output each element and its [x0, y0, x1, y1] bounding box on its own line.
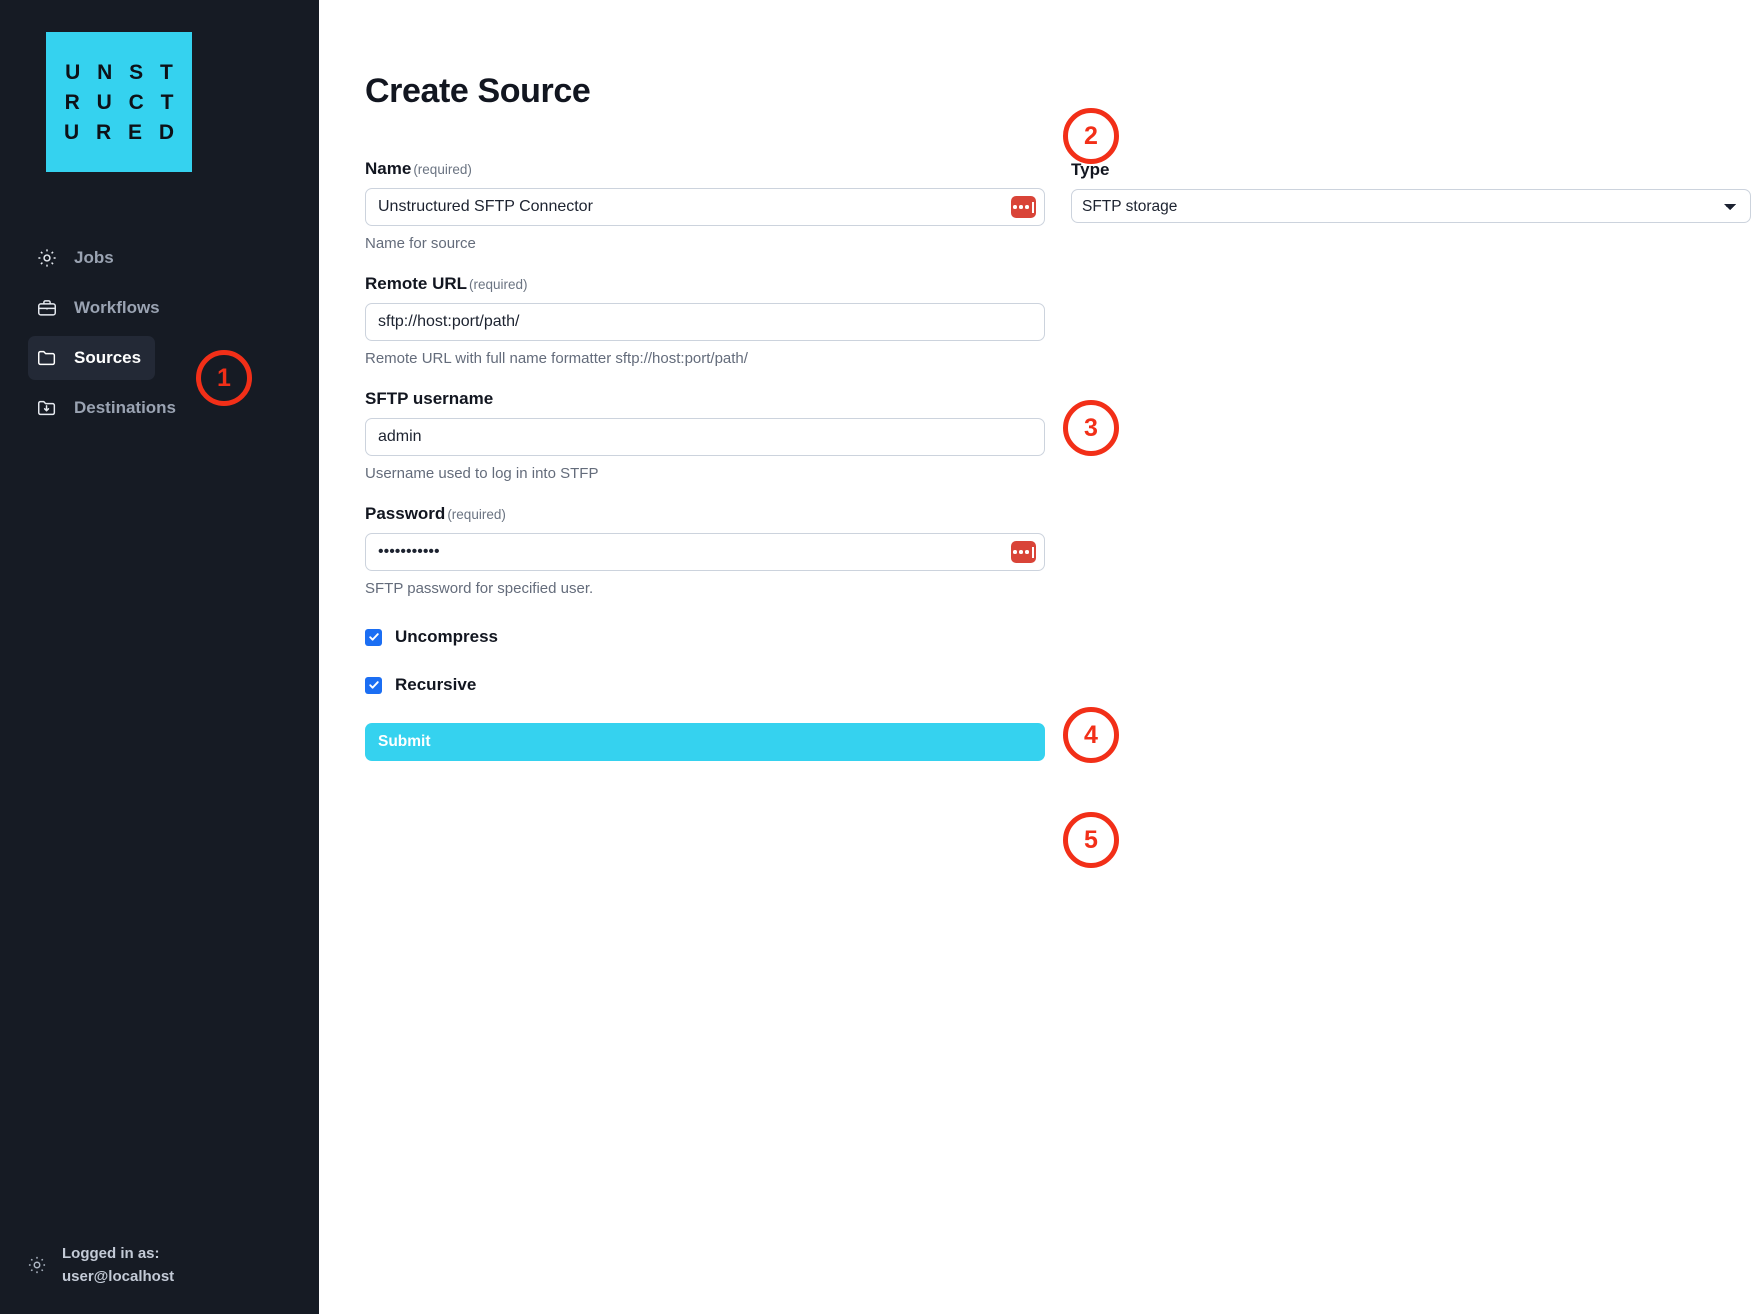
annotation-marker-1: 1 — [196, 350, 252, 406]
password-manager-icon[interactable] — [1011, 541, 1036, 563]
annotation-marker-3: 3 — [1063, 400, 1119, 456]
folder-icon — [36, 347, 58, 369]
form-column-right: Type SFTP storage — [1071, 159, 1751, 761]
remote-url-input-wrap — [365, 303, 1045, 341]
logo-line-2: R U C T — [64, 90, 179, 114]
page-title: Create Source — [365, 72, 591, 110]
remote-url-label: Remote URL (required) — [365, 274, 1045, 294]
sidebar-item-label: Workflows — [74, 298, 160, 317]
field-name: Name(required) Name for source — [365, 159, 1045, 252]
type-select[interactable]: SFTP storage — [1071, 189, 1751, 223]
remote-url-label-text: Remote URL — [365, 274, 468, 293]
logged-in-info: Logged in as: user@localhost — [62, 1242, 174, 1289]
check-icon — [365, 628, 382, 646]
app-root: U N S T R U C T U R E D Jobs Workflows S… — [0, 0, 1763, 1314]
sidebar-item-label: Jobs — [74, 248, 114, 267]
checkbox-row-recursive[interactable]: Recursive — [365, 675, 476, 695]
password-required-hint: (required) — [447, 507, 506, 522]
form-columns: Name(required) Name for source Remote UR… — [365, 159, 1763, 761]
annotation-marker-4: 4 — [1063, 707, 1119, 763]
sftp-username-input[interactable] — [365, 418, 1045, 456]
sidebar-item-sources[interactable]: Sources — [28, 336, 156, 380]
sftp-username-label-text: SFTP username — [365, 389, 494, 408]
password-label-text: Password — [365, 504, 446, 523]
annotation-marker-2: 2 — [1063, 108, 1119, 164]
field-type: Type SFTP storage — [1071, 160, 1751, 223]
checkbox-row-uncompress[interactable]: Uncompress — [365, 627, 498, 647]
main-content: Create Source Name(required) Name for so — [319, 0, 1763, 1314]
name-input[interactable] — [365, 188, 1045, 226]
sidebar-item-jobs[interactable]: Jobs — [28, 236, 128, 280]
folder-download-icon — [36, 397, 58, 419]
name-input-wrap — [365, 188, 1045, 226]
sidebar-item-destinations[interactable]: Destinations — [28, 386, 190, 430]
remote-url-input[interactable] — [365, 303, 1045, 341]
annotation-marker-5: 5 — [1063, 812, 1119, 868]
sidebar-item-label: Sources — [74, 348, 142, 367]
checkbox-label: Recursive — [395, 675, 477, 694]
sftp-username-input-wrap — [365, 418, 1045, 456]
password-manager-icon[interactable] — [1011, 196, 1036, 218]
field-sftp-username: SFTP username Username used to log in in… — [365, 389, 1045, 482]
logged-in-user: user@localhost — [62, 1267, 175, 1285]
type-label: Type — [1071, 160, 1751, 180]
logo-line-1: U N S T — [65, 60, 179, 84]
sidebar-item-label: Destinations — [74, 398, 177, 417]
field-password: Password(required) SFTP password for spe… — [365, 504, 1045, 597]
logo-line-3: U R E D — [63, 120, 180, 144]
briefcase-icon — [36, 297, 58, 319]
password-input[interactable] — [365, 533, 1045, 571]
sidebar-footer: Logged in as: user@localhost — [0, 1242, 319, 1289]
name-label-text: Name — [365, 159, 412, 178]
sidebar-item-workflows[interactable]: Workflows — [28, 286, 174, 330]
name-required-hint: (required) — [413, 162, 472, 177]
checkbox-label: Uncompress — [395, 627, 498, 646]
sidebar: U N S T R U C T U R E D Jobs Workflows S… — [0, 0, 319, 1314]
form-column-left: Name(required) Name for source Remote UR… — [365, 159, 1045, 761]
submit-button[interactable]: Submit — [365, 723, 1045, 761]
remote-url-required-hint: (required) — [469, 277, 528, 292]
gear-icon[interactable] — [26, 1254, 48, 1276]
password-help-text: SFTP password for specified user. — [365, 580, 594, 597]
name-help-text: Name for source — [365, 235, 476, 252]
check-icon — [365, 676, 382, 694]
unstructured-logo: U N S T R U C T U R E D — [46, 32, 192, 172]
sftp-username-label: SFTP username — [365, 389, 1045, 409]
sftp-username-help-text: Username used to log in into STFP — [365, 465, 599, 482]
password-input-wrap — [365, 533, 1045, 571]
password-label: Password (required) — [365, 504, 1045, 524]
gear-icon — [36, 247, 58, 269]
logged-in-label: Logged in as: — [62, 1244, 160, 1262]
remote-url-help-text: Remote URL with full name formatter sftp… — [365, 350, 748, 367]
field-remote-url: Remote URL(required) Remote URL with ful… — [365, 274, 1045, 367]
name-label: Name (required) — [365, 159, 1045, 179]
sidebar-nav: Jobs Workflows Sources Destinations — [0, 230, 319, 436]
